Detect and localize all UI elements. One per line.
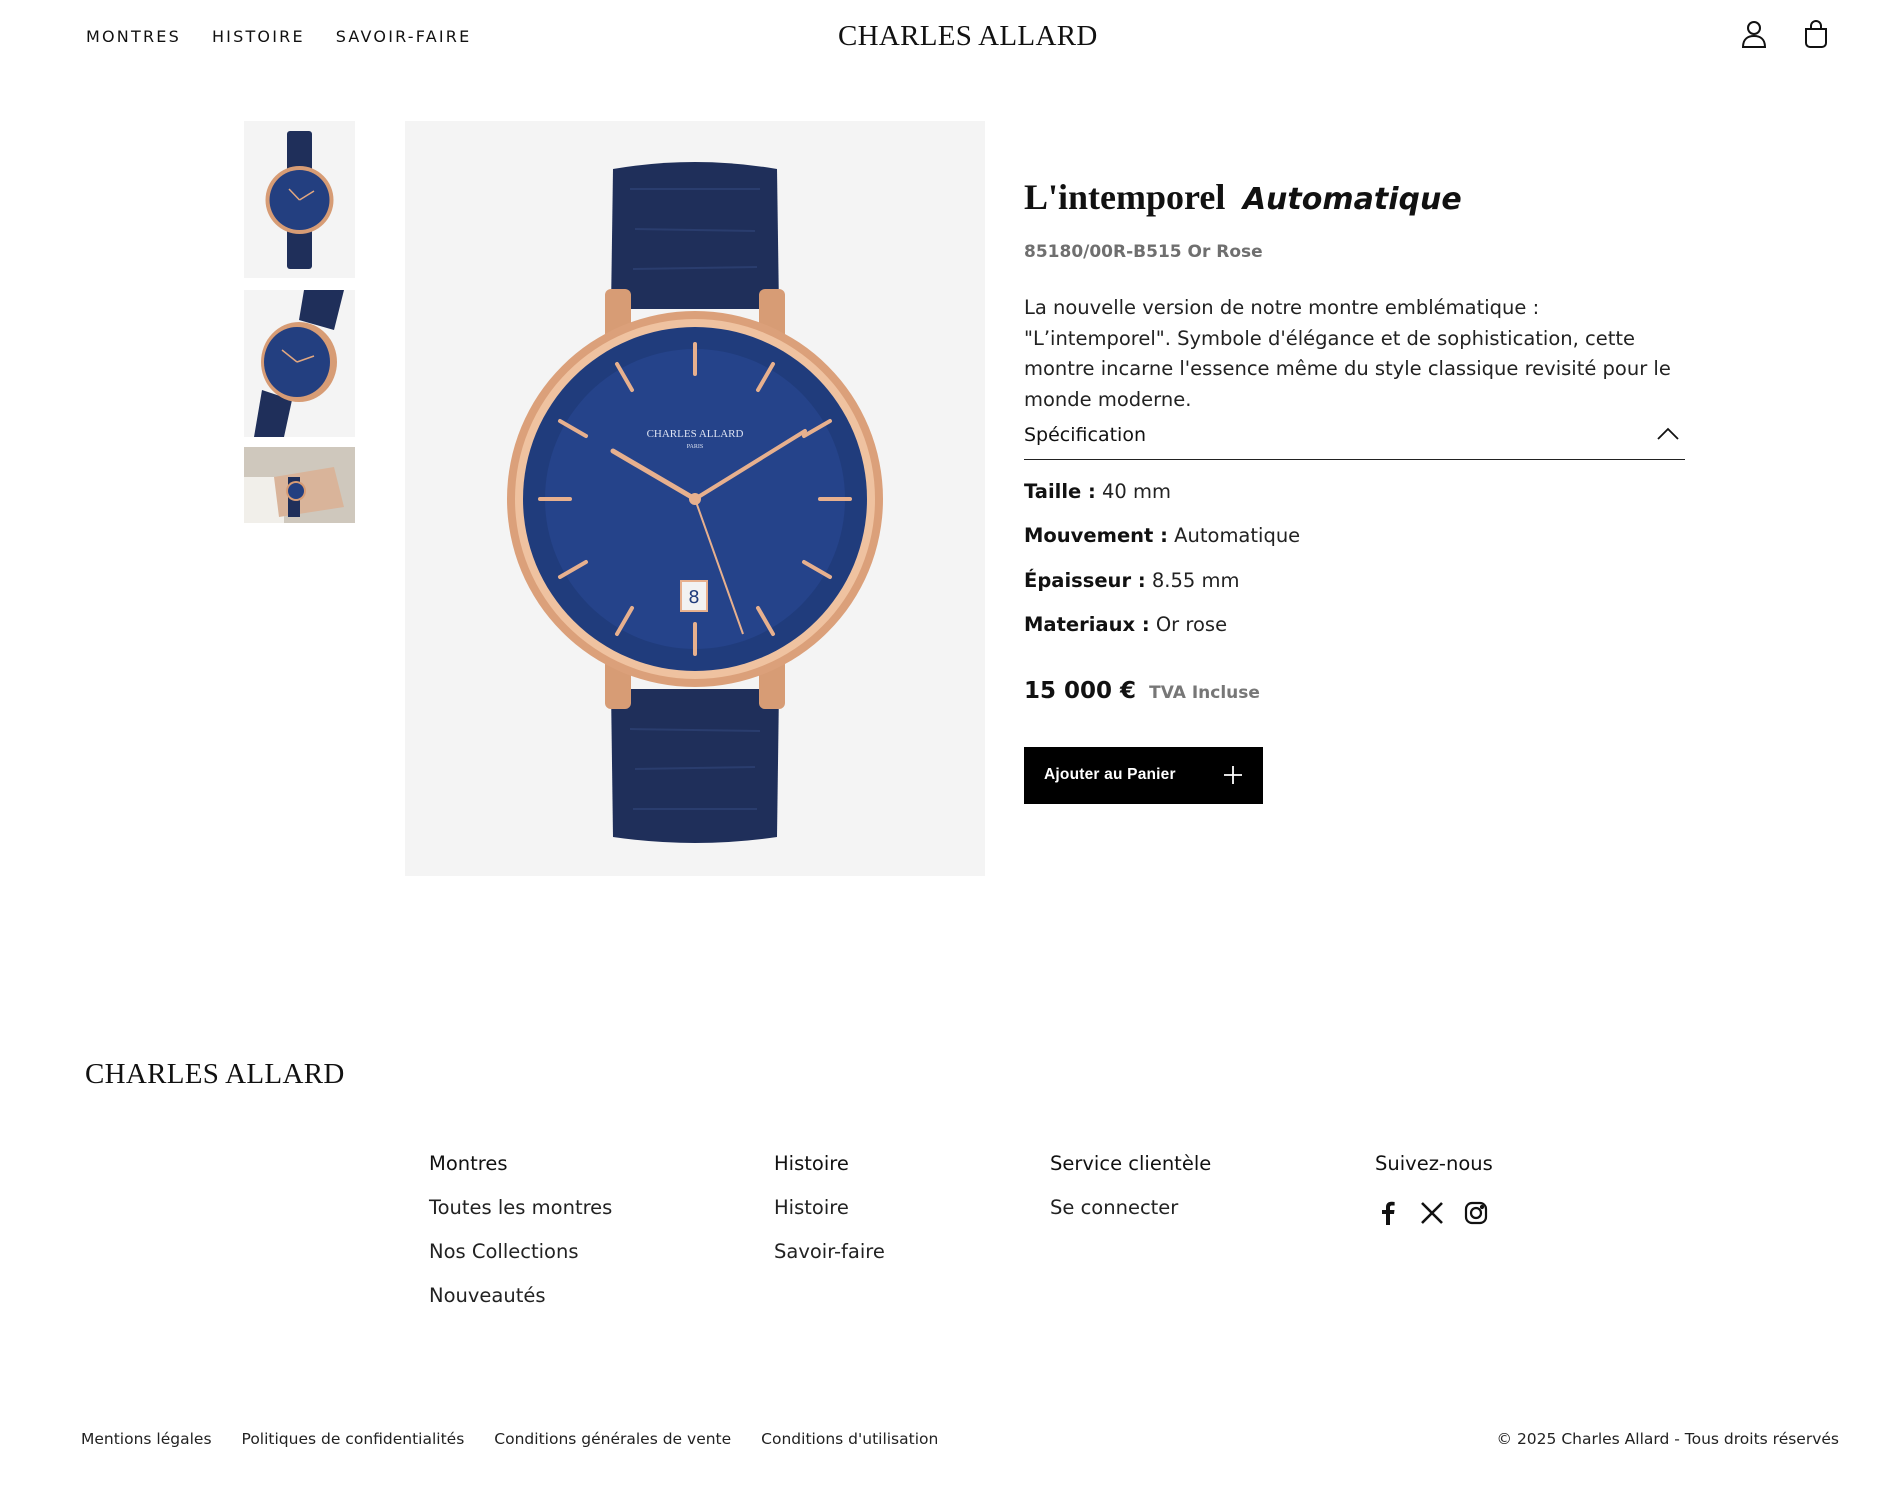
date-numeral: 8 xyxy=(688,587,699,608)
dial-city: PARIS xyxy=(687,444,703,450)
social-links xyxy=(1375,1200,1493,1226)
price: 15 000 € xyxy=(1024,678,1137,704)
spec-value: 40 mm xyxy=(1095,480,1172,503)
nav-montres[interactable]: MONTRES xyxy=(86,27,181,46)
spec-label: Épaisseur : xyxy=(1024,569,1146,592)
spec-label: Mouvement : xyxy=(1024,524,1168,547)
add-to-cart-label: Ajouter au Panier xyxy=(1044,766,1176,783)
chevron-up-icon xyxy=(1657,426,1679,445)
spec-value: Or rose xyxy=(1149,613,1228,636)
specification-label: Spécification xyxy=(1024,424,1146,446)
footer-column-montres: Montres Toutes les montres Nos Collectio… xyxy=(429,1152,612,1316)
shopping-bag-icon[interactable] xyxy=(1801,18,1831,50)
legal-links: Mentions légales Politiques de confident… xyxy=(81,1430,938,1448)
product-title: L'intemporel Automatique xyxy=(1024,176,1462,218)
product-description: La nouvelle version de notre montre embl… xyxy=(1024,296,1671,411)
tax-note: TVA Incluse xyxy=(1149,683,1260,703)
brand-logo[interactable]: CHARLES ALLARD xyxy=(838,20,1098,53)
title-italic: Automatique xyxy=(1242,182,1462,217)
footer-link[interactable]: Nouveautés xyxy=(429,1284,612,1316)
facebook-icon[interactable] xyxy=(1375,1200,1401,1226)
spec-value: Automatique xyxy=(1167,524,1301,547)
footer-link[interactable]: Nos Collections xyxy=(429,1240,612,1272)
footer-column-service: Service clientèle Se connecter xyxy=(1050,1152,1211,1228)
site-header: MONTRES HISTOIRE SAVOIR-FAIRE CHARLES AL… xyxy=(0,0,1903,72)
nav-savoir-faire[interactable]: SAVOIR-FAIRE xyxy=(336,27,472,46)
legal-link-mentions[interactable]: Mentions légales xyxy=(81,1430,212,1448)
spec-value: 8.55 mm xyxy=(1145,569,1240,592)
spec-mouvement: Mouvement : Automatique xyxy=(1024,524,1300,547)
footer-column-histoire: Histoire Histoire Savoir-faire xyxy=(774,1152,885,1272)
footer-column-social: Suivez-nous xyxy=(1375,1152,1493,1226)
legal-link-cgv[interactable]: Conditions générales de vente xyxy=(494,1430,731,1448)
footer-link[interactable]: Toutes les montres xyxy=(429,1196,612,1228)
legal-link-terms[interactable]: Conditions d'utilisation xyxy=(761,1430,938,1448)
footer-link[interactable]: Savoir-faire xyxy=(774,1240,885,1272)
main-nav: MONTRES HISTOIRE SAVOIR-FAIRE xyxy=(86,27,471,46)
product-reference: 85180/00R-B515 Or Rose xyxy=(1024,242,1263,262)
price-block: 15 000 € TVA Incluse xyxy=(1024,678,1260,704)
instagram-icon[interactable] xyxy=(1463,1200,1489,1226)
footer-link[interactable]: Se connecter xyxy=(1050,1196,1211,1228)
spec-label: Materiaux : xyxy=(1024,613,1150,636)
watch-main-image: 8 CHARLES ALLARD PARIS xyxy=(405,121,985,876)
spec-materiaux: Materiaux : Or rose xyxy=(1024,613,1227,636)
footer-column-title: Montres xyxy=(429,1152,508,1175)
footer-column-title: Service clientèle xyxy=(1050,1152,1212,1175)
user-icon[interactable] xyxy=(1739,18,1769,50)
title-main: L'intemporel xyxy=(1024,177,1226,217)
spec-label: Taille : xyxy=(1024,480,1096,503)
copyright: © 2025 Charles Allard - Tous droits rése… xyxy=(1496,1430,1839,1448)
watch-angle-thumbnail[interactable] xyxy=(244,290,355,437)
nav-histoire[interactable]: HISTOIRE xyxy=(212,27,305,46)
specification-toggle[interactable]: Spécification xyxy=(1024,420,1685,460)
legal-link-privacy[interactable]: Politiques de confidentialités xyxy=(242,1430,465,1448)
spec-taille: Taille : 40 mm xyxy=(1024,480,1171,503)
footer-column-title: Suivez-nous xyxy=(1375,1152,1493,1175)
add-to-cart-button[interactable]: Ajouter au Panier xyxy=(1024,747,1263,804)
spec-epaisseur: Épaisseur : 8.55 mm xyxy=(1024,569,1239,592)
x-icon[interactable] xyxy=(1419,1200,1445,1226)
dial-brand: CHARLES ALLARD xyxy=(647,428,744,440)
watch-wrist-thumbnail[interactable] xyxy=(244,447,355,523)
watch-front-thumbnail[interactable] xyxy=(244,121,355,278)
footer-link[interactable]: Histoire xyxy=(774,1196,885,1228)
plus-icon xyxy=(1223,765,1243,788)
footer-column-title: Histoire xyxy=(774,1152,849,1175)
footer-logo[interactable]: CHARLES ALLARD xyxy=(85,1058,345,1091)
